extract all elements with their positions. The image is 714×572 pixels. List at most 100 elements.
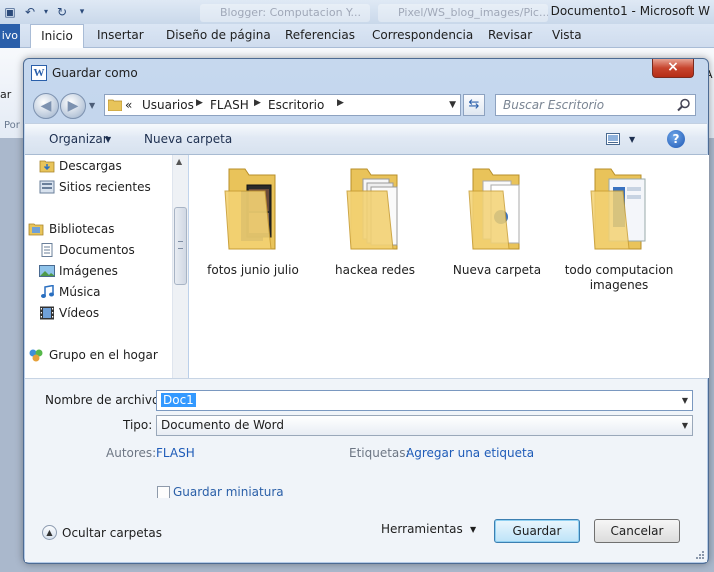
sidebar-item-sitios-recientes[interactable]: Sitios recientes (59, 180, 151, 194)
pictures-icon (39, 265, 55, 277)
sidebar-item-imagenes[interactable]: Imágenes (59, 264, 118, 278)
sidebar-item-descargas[interactable]: Descargas (59, 159, 122, 173)
resize-grip-icon[interactable] (695, 550, 705, 560)
dialog-title: Guardar como (52, 66, 138, 80)
tab-diseno[interactable]: Diseño de página (166, 28, 271, 42)
tab-insertar[interactable]: Insertar (97, 28, 144, 42)
folder-label: Nueva carpeta (452, 263, 542, 277)
breadcrumb-separator-icon[interactable]: ▶ (254, 98, 261, 108)
folder-screenshot-icon (590, 168, 646, 250)
breadcrumb-usuarios[interactable]: Usuarios (142, 98, 194, 112)
back-arrow-icon: ◀ (40, 98, 52, 114)
view-options-icon[interactable] (606, 133, 620, 145)
nav-pane-scrollbar[interactable]: ▲ (172, 155, 188, 378)
folder-item[interactable]: todo computacion imagenes (559, 161, 679, 311)
homegroup-icon (29, 349, 43, 362)
customize-qat-icon[interactable]: ▾ (74, 4, 90, 20)
folder-label: hackea redes (335, 263, 415, 277)
chevron-down-icon[interactable]: ▼ (682, 396, 688, 405)
ribbon-fragment: ar (0, 88, 12, 101)
chevron-down-icon[interactable]: ▼ (470, 525, 476, 534)
sidebar-item-videos[interactable]: Vídeos (59, 306, 99, 320)
tab-archivo[interactable]: ivo (0, 24, 20, 48)
documents-icon (41, 243, 53, 257)
tab-referencias[interactable]: Referencias (285, 28, 355, 42)
file-type-select[interactable]: Documento de Word ▼ (156, 415, 693, 436)
tab-correspondencia[interactable]: Correspondencia (372, 28, 473, 42)
chevron-up-icon[interactable]: ▲ (42, 525, 57, 540)
file-list: fotos junio julio hackea redes Nueva car… (189, 155, 709, 378)
folder-item[interactable]: fotos junio julio (193, 161, 313, 311)
folder-icon (108, 99, 122, 111)
add-tag-link[interactable]: Agregar una etiqueta (406, 446, 534, 460)
type-label: Tipo: (123, 418, 153, 432)
breadcrumb-prefix[interactable]: « (125, 98, 132, 112)
save-button[interactable]: Guardar (494, 519, 580, 543)
tab-vista[interactable]: Vista (552, 28, 582, 42)
save-icon[interactable]: ▣ (2, 4, 18, 20)
back-button[interactable]: ◀ (33, 93, 59, 119)
folder-documents-icon (346, 168, 398, 250)
scrollbar-thumb[interactable] (174, 207, 187, 285)
recent-locations-dropdown-icon[interactable]: ▼ (89, 101, 95, 110)
filename-field[interactable]: Doc1 ▼ (156, 390, 693, 411)
refresh-button[interactable]: ⇆ (463, 94, 485, 116)
address-bar[interactable]: « Usuarios ▶ FLASH ▶ Escritorio ▶ ▼ (104, 94, 461, 116)
address-dropdown-icon[interactable]: ▼ (449, 100, 456, 110)
chevron-down-icon[interactable]: ▼ (105, 135, 111, 144)
breadcrumb-flash[interactable]: FLASH (210, 98, 249, 112)
hide-folders-button[interactable]: Ocultar carpetas (62, 526, 162, 540)
command-bar: Organizar ▼ Nueva carpeta ▼ ? (25, 123, 707, 155)
tab-inicio[interactable]: Inicio (30, 24, 84, 48)
refresh-icon: ⇆ (468, 97, 480, 112)
background-tab: Pixel/WS_blog_images/Pic... (378, 4, 548, 22)
authors-label: Autores: (106, 446, 157, 460)
breadcrumb-escritorio[interactable]: Escritorio (268, 98, 324, 112)
music-icon (41, 285, 54, 298)
tab-revisar[interactable]: Revisar (488, 28, 532, 42)
word-title: Documento1 - Microsoft W (550, 4, 710, 18)
forward-button[interactable]: ▶ (60, 93, 86, 119)
sidebar-item-documentos[interactable]: Documentos (59, 243, 135, 257)
ribbon-fragment: Por (4, 120, 20, 131)
cancel-button[interactable]: Cancelar (594, 519, 680, 543)
filename-label: Nombre de archivo: (45, 393, 164, 407)
search-icon[interactable] (677, 98, 691, 112)
filename-value: Doc1 (161, 393, 196, 407)
help-icon[interactable]: ? (667, 130, 685, 148)
organize-button[interactable]: Organizar (49, 132, 108, 146)
undo-dropdown-icon[interactable]: ▾ (38, 4, 54, 20)
close-button[interactable]: × (652, 59, 694, 78)
sidebar-item-bibliotecas[interactable]: Bibliotecas (49, 222, 114, 236)
dialog-footer: ▲ Ocultar carpetas Herramientas ▼ Guarda… (25, 498, 707, 562)
save-thumbnail-label[interactable]: Guardar miniatura (173, 485, 284, 499)
search-input[interactable]: Buscar Escritorio (495, 94, 696, 116)
sidebar-item-grupo-hogar[interactable]: Grupo en el hogar (49, 348, 158, 362)
tools-button[interactable]: Herramientas (381, 522, 463, 536)
ribbon-tabs: Insertar Diseño de página Referencias Co… (0, 24, 714, 48)
folder-item[interactable]: hackea redes (315, 161, 435, 311)
new-folder-button[interactable]: Nueva carpeta (144, 132, 232, 146)
save-as-dialog: W Guardar como × ◀ ▶ ▼ « Usuarios ▶ FLAS… (23, 58, 709, 564)
libraries-icon (28, 223, 44, 236)
word-icon: W (31, 65, 47, 81)
folder-label: todo computacion imagenes (564, 263, 674, 292)
navigation-pane: Descargas Sitios recientes Bibliotecas D… (25, 155, 172, 378)
chevron-down-icon[interactable]: ▼ (629, 135, 635, 144)
search-placeholder: Buscar Escritorio (503, 98, 605, 112)
folder-media-icon (468, 168, 520, 250)
breadcrumb-separator-icon[interactable]: ▶ (337, 98, 344, 108)
folder-item[interactable]: Nueva carpeta (437, 161, 557, 311)
videos-icon (40, 306, 54, 320)
downloads-icon (39, 160, 55, 173)
redo-icon[interactable]: ↻ (54, 4, 70, 20)
word-titlebar: ▣ ↶ ▾ ↻ ▾ Blogger: Computacion Y... Pixe… (0, 0, 714, 24)
scroll-up-icon[interactable]: ▲ (176, 157, 182, 166)
chevron-down-icon[interactable]: ▼ (682, 421, 688, 430)
breadcrumb-separator-icon[interactable]: ▶ (196, 98, 203, 108)
authors-value[interactable]: FLASH (156, 446, 195, 460)
folder-photos-icon (224, 168, 276, 250)
scroll-grip-icon (178, 241, 183, 249)
sidebar-item-musica[interactable]: Música (59, 285, 101, 299)
undo-icon[interactable]: ↶ (22, 4, 38, 20)
